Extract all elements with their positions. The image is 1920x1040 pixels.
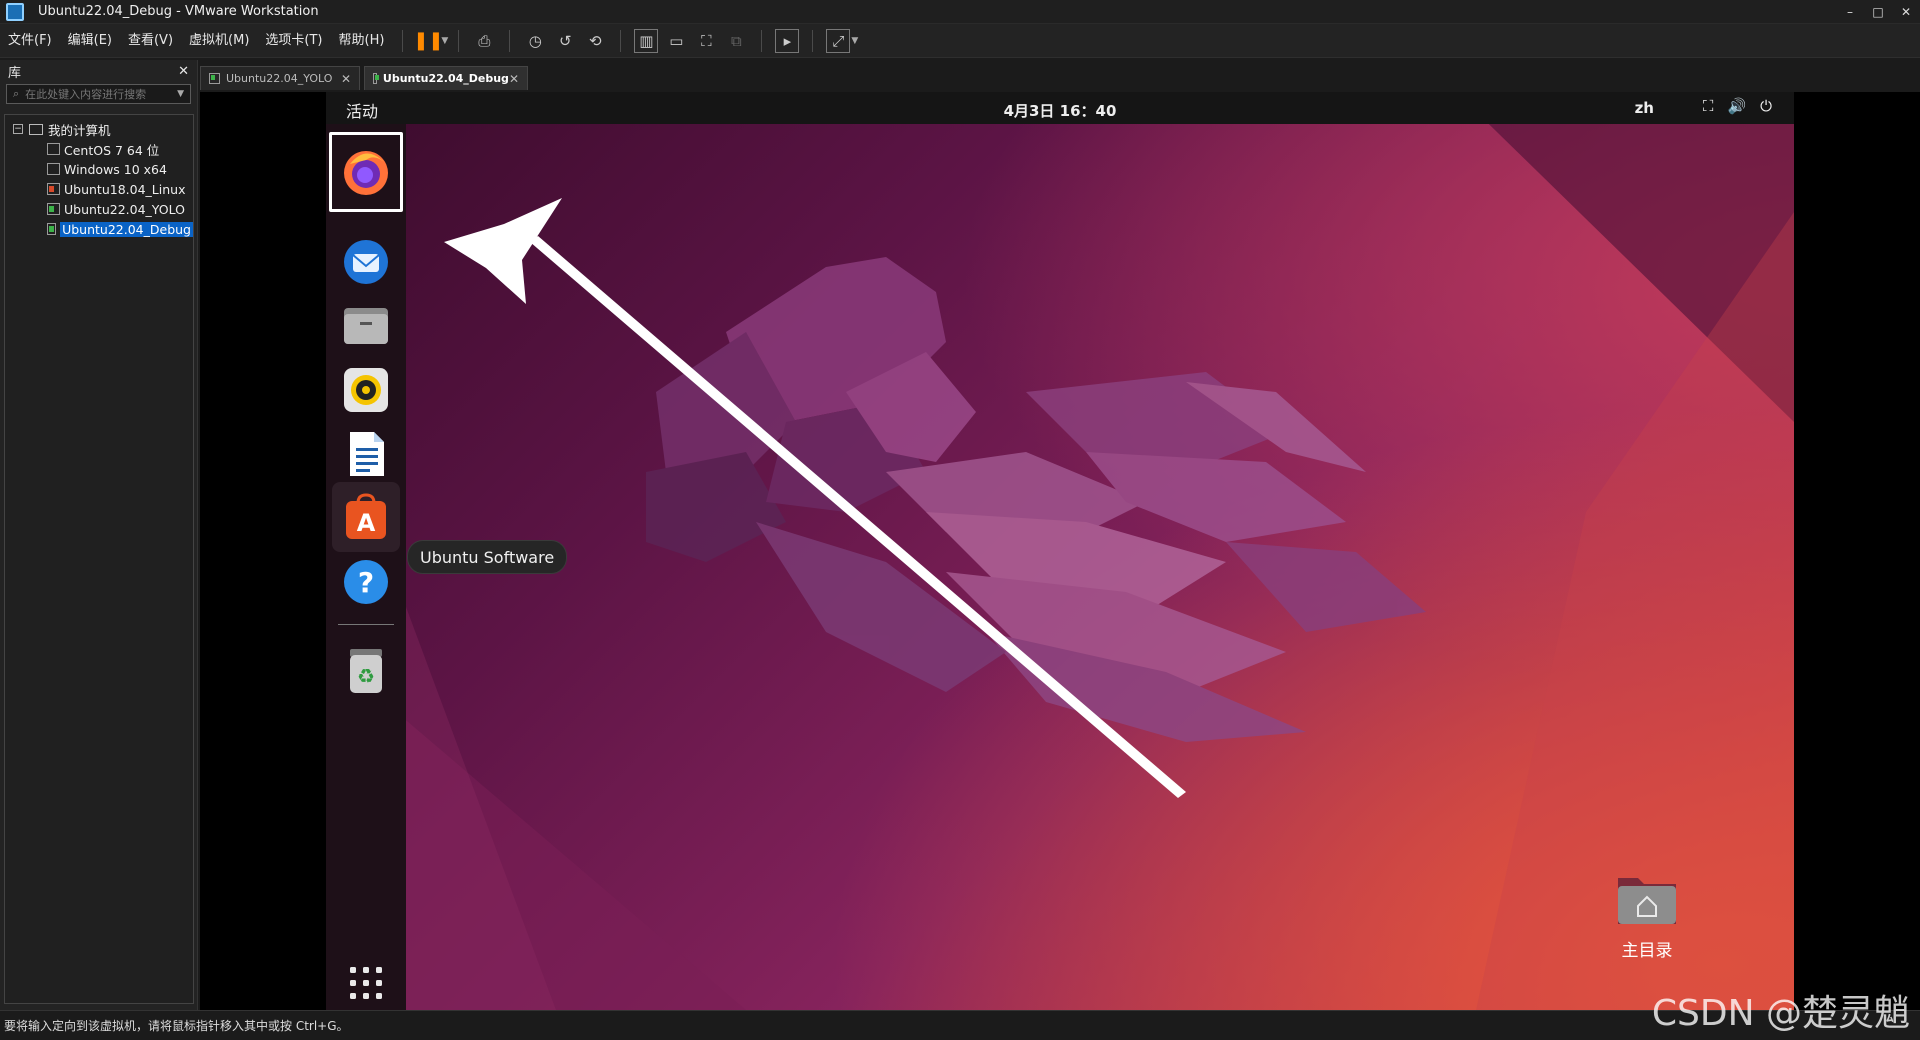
toolbar-separator	[812, 29, 814, 52]
annotation-arrow	[444, 198, 1186, 798]
snapshot-manager-icon[interactable]: ⟲	[583, 29, 607, 53]
tree-item-label: CentOS 7 64 位	[64, 142, 160, 158]
vm-running-icon	[47, 203, 60, 215]
stretch-view-icon[interactable]: ⤢	[826, 28, 851, 53]
tree-item-label: Windows 10 x64	[64, 161, 167, 177]
library-title: 库	[8, 65, 22, 81]
title-bar: Ubuntu22.04_Debug - VMware Workstation –…	[0, 0, 1920, 24]
chevron-down-icon[interactable]: ▼	[851, 36, 858, 46]
vm-running-icon	[373, 73, 379, 84]
status-text: 要将输入定向到该虚拟机，请将鼠标指针移入其中或按 Ctrl+G。	[4, 1019, 349, 1033]
vm-display[interactable]: 活动 4月3日 16：40 zh ⛶ 🔊 ⏻ A ? ♻ Ubuntu Soft…	[200, 92, 1920, 1010]
tree-root-label: 我的计算机	[48, 122, 111, 138]
toolbar-separator	[761, 29, 763, 52]
toolbar-separator	[509, 29, 511, 52]
close-icon[interactable]: ✕	[341, 72, 351, 86]
tree-item-centos[interactable]: CentOS 7 64 位	[5, 139, 193, 159]
chevron-down-icon[interactable]: ▼	[177, 89, 184, 99]
tree-item-ubuntu2204-debug[interactable]: Ubuntu22.04_Debug	[5, 219, 193, 239]
vm-icon	[47, 143, 60, 155]
tab-label: Ubuntu22.04_YOLO	[226, 72, 333, 85]
tree-item-label: Ubuntu22.04_YOLO	[64, 201, 185, 217]
library-toggle-icon[interactable]: ▥	[634, 28, 659, 53]
window-title: Ubuntu22.04_Debug - VMware Workstation	[38, 4, 319, 19]
fullscreen-icon[interactable]: ⛶	[694, 29, 718, 53]
menu-edit[interactable]: 编辑(E)	[60, 24, 120, 58]
maximize-button[interactable]: □	[1864, 0, 1892, 24]
toolbar-separator	[458, 29, 460, 52]
menu-toolbar: 文件(F) 编辑(E) 查看(V) 虚拟机(M) 选项卡(T) 帮助(H) ❚❚…	[0, 24, 1920, 58]
unity-icon[interactable]: ⧉	[724, 29, 748, 53]
tab-label: Ubuntu22.04_Debug	[382, 72, 509, 85]
close-button[interactable]: ✕	[1892, 0, 1920, 24]
vmware-app-icon	[6, 2, 24, 21]
library-panel: 库 ✕ ⌕ 在此处键入内容进行搜索 ▼ − 我的计算机 CentOS 7 64 …	[0, 60, 198, 1010]
menu-help[interactable]: 帮助(H)	[331, 24, 393, 58]
window-controls: – □ ✕	[1836, 0, 1920, 24]
menu-view[interactable]: 查看(V)	[120, 24, 181, 58]
send-ctrl-alt-del-icon[interactable]: ⎙	[472, 29, 496, 53]
search-placeholder: 在此处键入内容进行搜索	[25, 88, 147, 101]
revert-snapshot-icon[interactable]: ↺	[553, 29, 577, 53]
tab-ubuntu2204-yolo[interactable]: Ubuntu22.04_YOLO ✕	[200, 66, 360, 90]
toolbar-separator	[620, 29, 622, 52]
library-search-input[interactable]: ⌕ 在此处键入内容进行搜索 ▼	[6, 84, 191, 104]
tree-item-label: Ubuntu18.04_Linux	[64, 181, 186, 197]
close-icon[interactable]: ✕	[509, 72, 519, 86]
tree-item-windows10[interactable]: Windows 10 x64	[5, 159, 193, 179]
tree-item-label: Ubuntu22.04_Debug	[60, 221, 193, 237]
library-close-icon[interactable]: ✕	[178, 64, 189, 79]
vm-icon	[47, 163, 60, 175]
tree-item-ubuntu2204-yolo[interactable]: Ubuntu22.04_YOLO	[5, 199, 193, 219]
menu-tabs[interactable]: 选项卡(T)	[257, 24, 330, 58]
toolbar-separator	[402, 29, 404, 52]
search-icon: ⌕	[13, 87, 20, 100]
menu-vm[interactable]: 虚拟机(M)	[181, 24, 257, 58]
minimize-button[interactable]: –	[1836, 0, 1864, 24]
snapshot-icon[interactable]: ◷	[523, 29, 547, 53]
vm-tabs: Ubuntu22.04_YOLO ✕ Ubuntu22.04_Debug ✕	[200, 66, 532, 90]
pause-icon[interactable]: ❚❚	[413, 29, 443, 53]
vm-icon	[47, 183, 60, 195]
watermark: CSDN @楚灵魈	[1651, 993, 1910, 1034]
tree-root[interactable]: − 我的计算机	[5, 119, 193, 139]
tree-item-ubuntu1804[interactable]: Ubuntu18.04_Linux	[5, 179, 193, 199]
collapse-icon[interactable]: −	[13, 124, 23, 134]
status-bar: 要将输入定向到该虚拟机，请将鼠标指针移入其中或按 Ctrl+G。	[0, 1010, 1920, 1040]
computer-icon	[29, 123, 43, 135]
vm-tree: − 我的计算机 CentOS 7 64 位 Windows 10 x64 Ubu…	[4, 114, 194, 1004]
vm-running-icon	[47, 223, 57, 235]
ubuntu-desktop[interactable]: 活动 4月3日 16：40 zh ⛶ 🔊 ⏻ A ? ♻ Ubuntu Soft…	[326, 92, 1794, 1010]
chevron-down-icon[interactable]: ▼	[441, 36, 448, 46]
menu-file[interactable]: 文件(F)	[0, 24, 60, 58]
library-header: 库 ✕	[0, 60, 197, 82]
thumbnail-bar-icon[interactable]: ▭	[664, 29, 688, 53]
vm-running-icon	[209, 73, 220, 84]
tab-ubuntu2204-debug[interactable]: Ubuntu22.04_Debug ✕	[364, 66, 528, 90]
console-view-icon[interactable]: ▸	[775, 28, 800, 53]
